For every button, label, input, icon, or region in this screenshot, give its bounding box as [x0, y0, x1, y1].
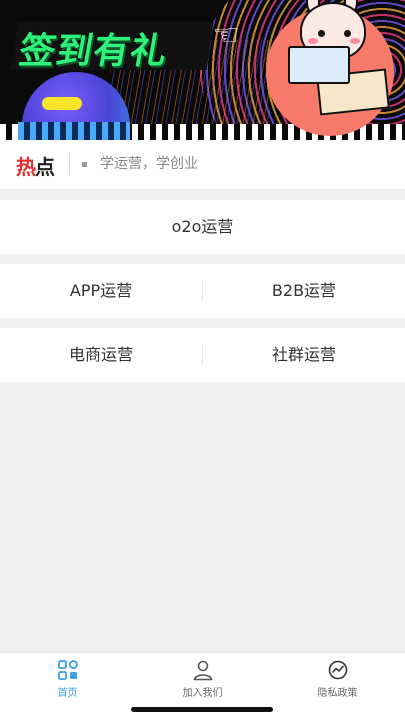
menu-card: 电商运营 社群运营	[0, 328, 405, 382]
menu-card: APP运营 B2B运营	[0, 264, 405, 318]
tab-label: 加入我们	[182, 688, 223, 699]
menu-item-community[interactable]: 社群运营	[203, 328, 405, 382]
mascot-laptop	[288, 46, 350, 84]
home-indicator[interactable]	[131, 707, 273, 712]
tab-privacy-policy[interactable]: 隐私政策	[270, 659, 405, 705]
tab-join-us[interactable]: 加入我们	[135, 659, 270, 705]
signin-banner[interactable]: 签到有礼 ☜	[0, 0, 405, 140]
privacy-chart-icon	[328, 660, 347, 680]
menu-item-ecommerce[interactable]: 电商运营	[0, 328, 202, 382]
tab-label: 首页	[57, 688, 78, 699]
menu-card: o2o运营	[0, 200, 405, 254]
divider	[69, 154, 70, 174]
hot-news-bar[interactable]: 热点 学运营，学创业	[0, 140, 405, 190]
menu-item-b2b[interactable]: B2B运营	[203, 264, 405, 318]
mascot-eye	[344, 30, 351, 37]
banner-pill	[42, 97, 82, 110]
user-icon	[193, 660, 212, 681]
pointing-hand-icon: ☜	[212, 18, 240, 53]
bullet-icon	[82, 162, 87, 167]
home-grid-icon	[57, 660, 78, 680]
banner-title: 签到有礼	[15, 31, 172, 72]
mascot-eye	[318, 30, 325, 37]
tab-label: 隐私政策	[317, 688, 358, 699]
mascot-blush	[350, 38, 360, 44]
banner-stripes	[18, 122, 130, 140]
mascot-blush	[308, 38, 318, 44]
hot-logo: 热点	[16, 155, 55, 179]
menu-item-app[interactable]: APP运营	[0, 264, 202, 318]
hot-news-text[interactable]: 学运营，学创业	[100, 154, 198, 174]
tab-home[interactable]: 首页	[0, 659, 135, 705]
menu-item-o2o[interactable]: o2o运营	[0, 200, 405, 254]
